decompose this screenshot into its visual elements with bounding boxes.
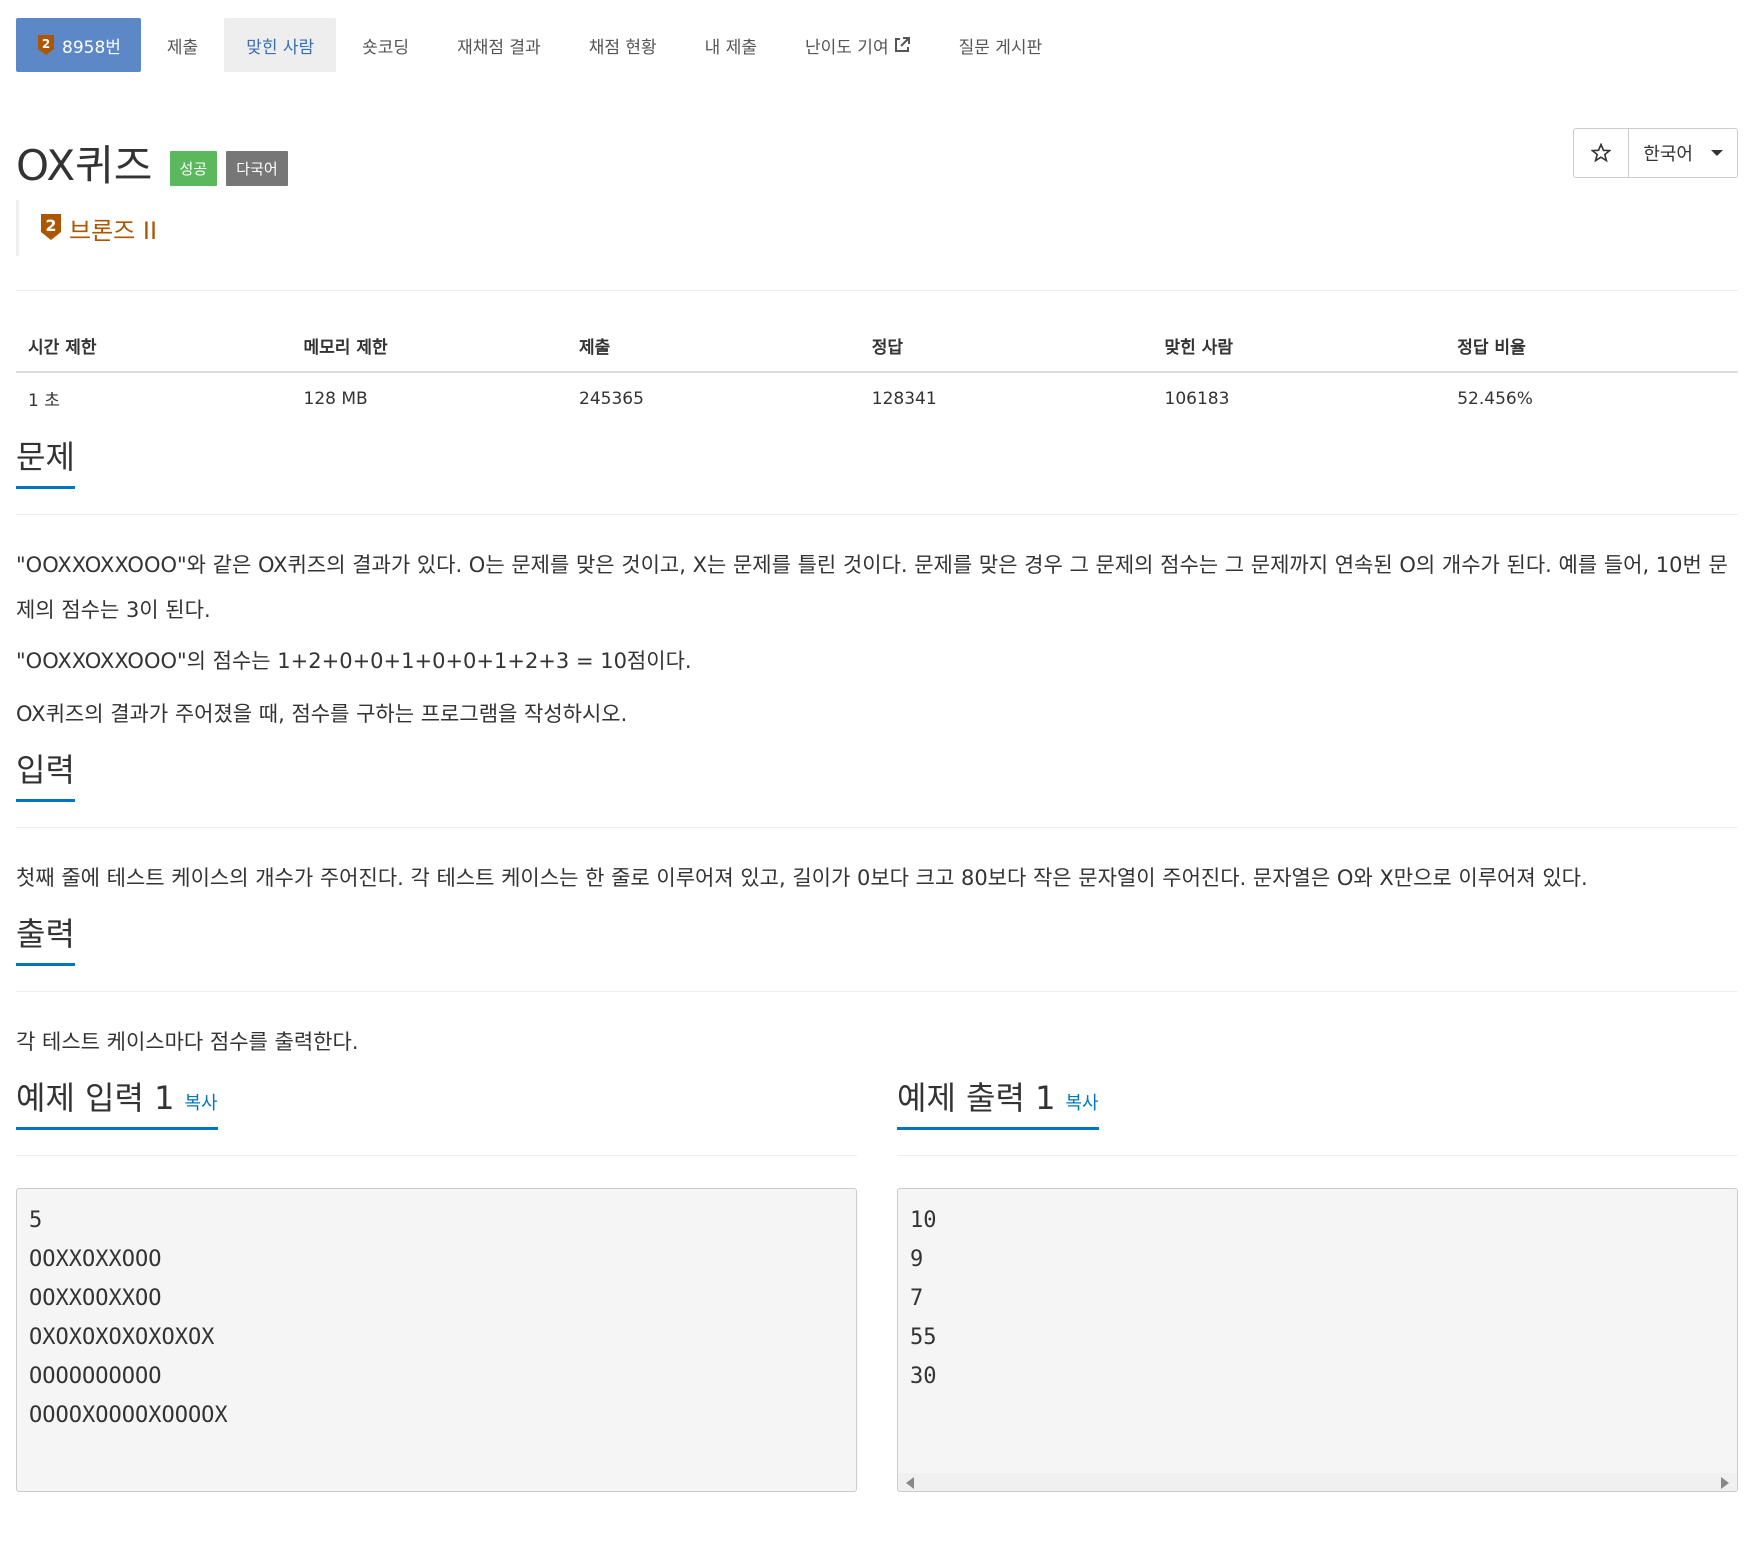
section-title: 예제 입력 1 복사 bbox=[16, 1073, 218, 1131]
tab-label: 제출 bbox=[166, 37, 199, 58]
problem-paragraph: "OOXXOXXOOO"의 점수는 1+2+0+0+1+0+0+1+2+3 = … bbox=[16, 649, 692, 673]
problem-page: 2 8958번 제출 맞힌 사람 숏코딩 재채점 결과 채점 현황 내 제출 난… bbox=[16, 18, 1738, 1492]
sample-output-header: 예제 출력 1 복사 bbox=[897, 1079, 1738, 1156]
table-header-row: 시간 제한 메모리 제한 제출 정답 맞힌 사람 정답 비율 bbox=[16, 323, 1738, 373]
copy-sample-output-button[interactable]: 복사 bbox=[1065, 1093, 1098, 1114]
tab-label: 맞힌 사람 bbox=[246, 37, 315, 58]
header-solved-users: 맞힌 사람 bbox=[1152, 323, 1446, 373]
header-time-limit: 시간 제한 bbox=[16, 323, 292, 373]
scroll-left-icon[interactable] bbox=[906, 1477, 914, 1489]
problem-info-table: 시간 제한 메모리 제한 제출 정답 맞힌 사람 정답 비율 1 초 128 M… bbox=[16, 323, 1738, 424]
tab-label: 내 제출 bbox=[704, 37, 757, 58]
caret-down-icon bbox=[1711, 150, 1723, 156]
sample-output-column: 예제 출력 1 복사 10 9 7 55 30 bbox=[897, 1065, 1738, 1492]
horizontal-scrollbar[interactable] bbox=[898, 1473, 1737, 1491]
bronze-tier-icon: 2 bbox=[38, 35, 54, 55]
samples-row: 예제 입력 1 복사 5 OOXXOXXOOO OOXXOOXXOO OXOXOX… bbox=[16, 1065, 1738, 1492]
solved-users-value: 106183 bbox=[1164, 388, 1230, 409]
sample-output-text: 10 9 7 55 30 bbox=[910, 1208, 937, 1389]
time-limit-value: 1 초 bbox=[28, 391, 60, 411]
section-title: 문제 bbox=[16, 432, 75, 490]
sample-input-header: 예제 입력 1 복사 bbox=[16, 1079, 857, 1156]
tier-label[interactable]: 브론즈 II bbox=[69, 211, 157, 246]
table-row: 1 초 128 MB 245365 128341 106183 52.456% bbox=[16, 372, 1738, 424]
copy-sample-input-button[interactable]: 복사 bbox=[184, 1093, 217, 1114]
svg-text:2: 2 bbox=[45, 216, 56, 235]
language-select-value: 한국어 bbox=[1643, 144, 1693, 165]
input-paragraph: 첫째 줄에 테스트 케이스의 개수가 주어진다. 각 테스트 케이스는 한 줄로… bbox=[16, 866, 1588, 890]
sample-input-text: 5 OOXXOXXOOO OOXXOOXXOO OXOXOXOXOXOXOX O… bbox=[29, 1208, 228, 1428]
sample-output-box[interactable]: 10 9 7 55 30 bbox=[897, 1188, 1738, 1492]
submissions-value: 245365 bbox=[579, 388, 644, 409]
problem-section-header: 문제 bbox=[16, 438, 1738, 515]
tab-judge-status[interactable]: 채점 현황 bbox=[567, 18, 679, 72]
tab-my-submissions[interactable]: 내 제출 bbox=[683, 18, 779, 72]
tab-label: 재채점 결과 bbox=[457, 37, 541, 58]
success-badge: 성공 bbox=[169, 151, 218, 186]
sample-output-title: 예제 출력 1 bbox=[897, 1079, 1056, 1118]
external-link-icon bbox=[894, 37, 910, 52]
output-section-header: 출력 bbox=[16, 915, 1738, 992]
title-controls: 한국어 bbox=[1573, 128, 1738, 178]
multilingual-badge: 다국어 bbox=[226, 151, 288, 186]
sample-input-box[interactable]: 5 OOXXOXXOOO OOXXOOXXOO OXOXOXOXOXOXOX O… bbox=[16, 1188, 857, 1492]
sample-input-column: 예제 입력 1 복사 5 OOXXOXXOOO OOXXOOXXOO OXOXOX… bbox=[16, 1065, 857, 1492]
tab-label: 난이도 기여 bbox=[804, 37, 889, 58]
tab-submit[interactable]: 제출 bbox=[145, 18, 220, 72]
header-memory-limit: 메모리 제한 bbox=[291, 323, 568, 373]
accept-ratio-value: 52.456% bbox=[1457, 388, 1533, 409]
problem-paragraph: OX퀴즈의 결과가 주어졌을 때, 점수를 구하는 프로그램을 작성하시오. bbox=[16, 702, 628, 726]
scroll-right-icon[interactable] bbox=[1721, 1477, 1729, 1489]
section-title: 출력 bbox=[16, 909, 75, 967]
tab-label: 질문 게시판 bbox=[958, 37, 1043, 58]
tab-label: 채점 현황 bbox=[588, 37, 657, 58]
tab-problem-number[interactable]: 2 8958번 bbox=[16, 18, 141, 72]
sample-input-title: 예제 입력 1 bbox=[16, 1079, 175, 1118]
language-select[interactable]: 한국어 bbox=[1629, 129, 1737, 177]
output-paragraph: 각 테스트 케이스마다 점수를 출력한다. bbox=[16, 1030, 359, 1054]
bronze-tier-icon: 2 bbox=[41, 214, 61, 240]
tab-label: 숏코딩 bbox=[362, 37, 410, 58]
problem-title-row: OX퀴즈 성공 다국어 한국어 bbox=[16, 128, 1738, 190]
header-submissions: 제출 bbox=[567, 323, 860, 373]
svg-text:2: 2 bbox=[42, 37, 50, 51]
problem-nav-tabs: 2 8958번 제출 맞힌 사람 숏코딩 재채점 결과 채점 현황 내 제출 난… bbox=[16, 18, 1738, 72]
problem-title: OX퀴즈 bbox=[16, 141, 153, 190]
accepted-value: 128341 bbox=[871, 388, 937, 409]
tab-solved-users[interactable]: 맞힌 사람 bbox=[224, 18, 337, 72]
star-button[interactable] bbox=[1574, 129, 1630, 177]
input-section-header: 입력 bbox=[16, 751, 1738, 828]
tab-label: 8958번 bbox=[62, 37, 121, 58]
section-title: 예제 출력 1 복사 bbox=[897, 1073, 1099, 1131]
tab-short-coding[interactable]: 숏코딩 bbox=[340, 18, 431, 72]
memory-limit-value: 128 MB bbox=[303, 388, 368, 409]
tab-difficulty-contribution[interactable]: 난이도 기여 bbox=[783, 18, 933, 72]
header-accept-ratio: 정답 비율 bbox=[1445, 323, 1738, 373]
divider bbox=[16, 290, 1738, 291]
star-icon bbox=[1591, 143, 1612, 163]
problem-paragraph: "OOXXOXXOOO"와 같은 OX퀴즈의 결과가 있다. O는 문제를 맞은… bbox=[16, 553, 1728, 622]
tab-rejudge-results[interactable]: 재채점 결과 bbox=[435, 18, 563, 72]
tier-info: 2 브론즈 II bbox=[16, 200, 1738, 256]
tab-qna-board[interactable]: 질문 게시판 bbox=[937, 18, 1065, 72]
header-accepted: 정답 bbox=[859, 323, 1153, 373]
section-title: 입력 bbox=[16, 745, 75, 803]
